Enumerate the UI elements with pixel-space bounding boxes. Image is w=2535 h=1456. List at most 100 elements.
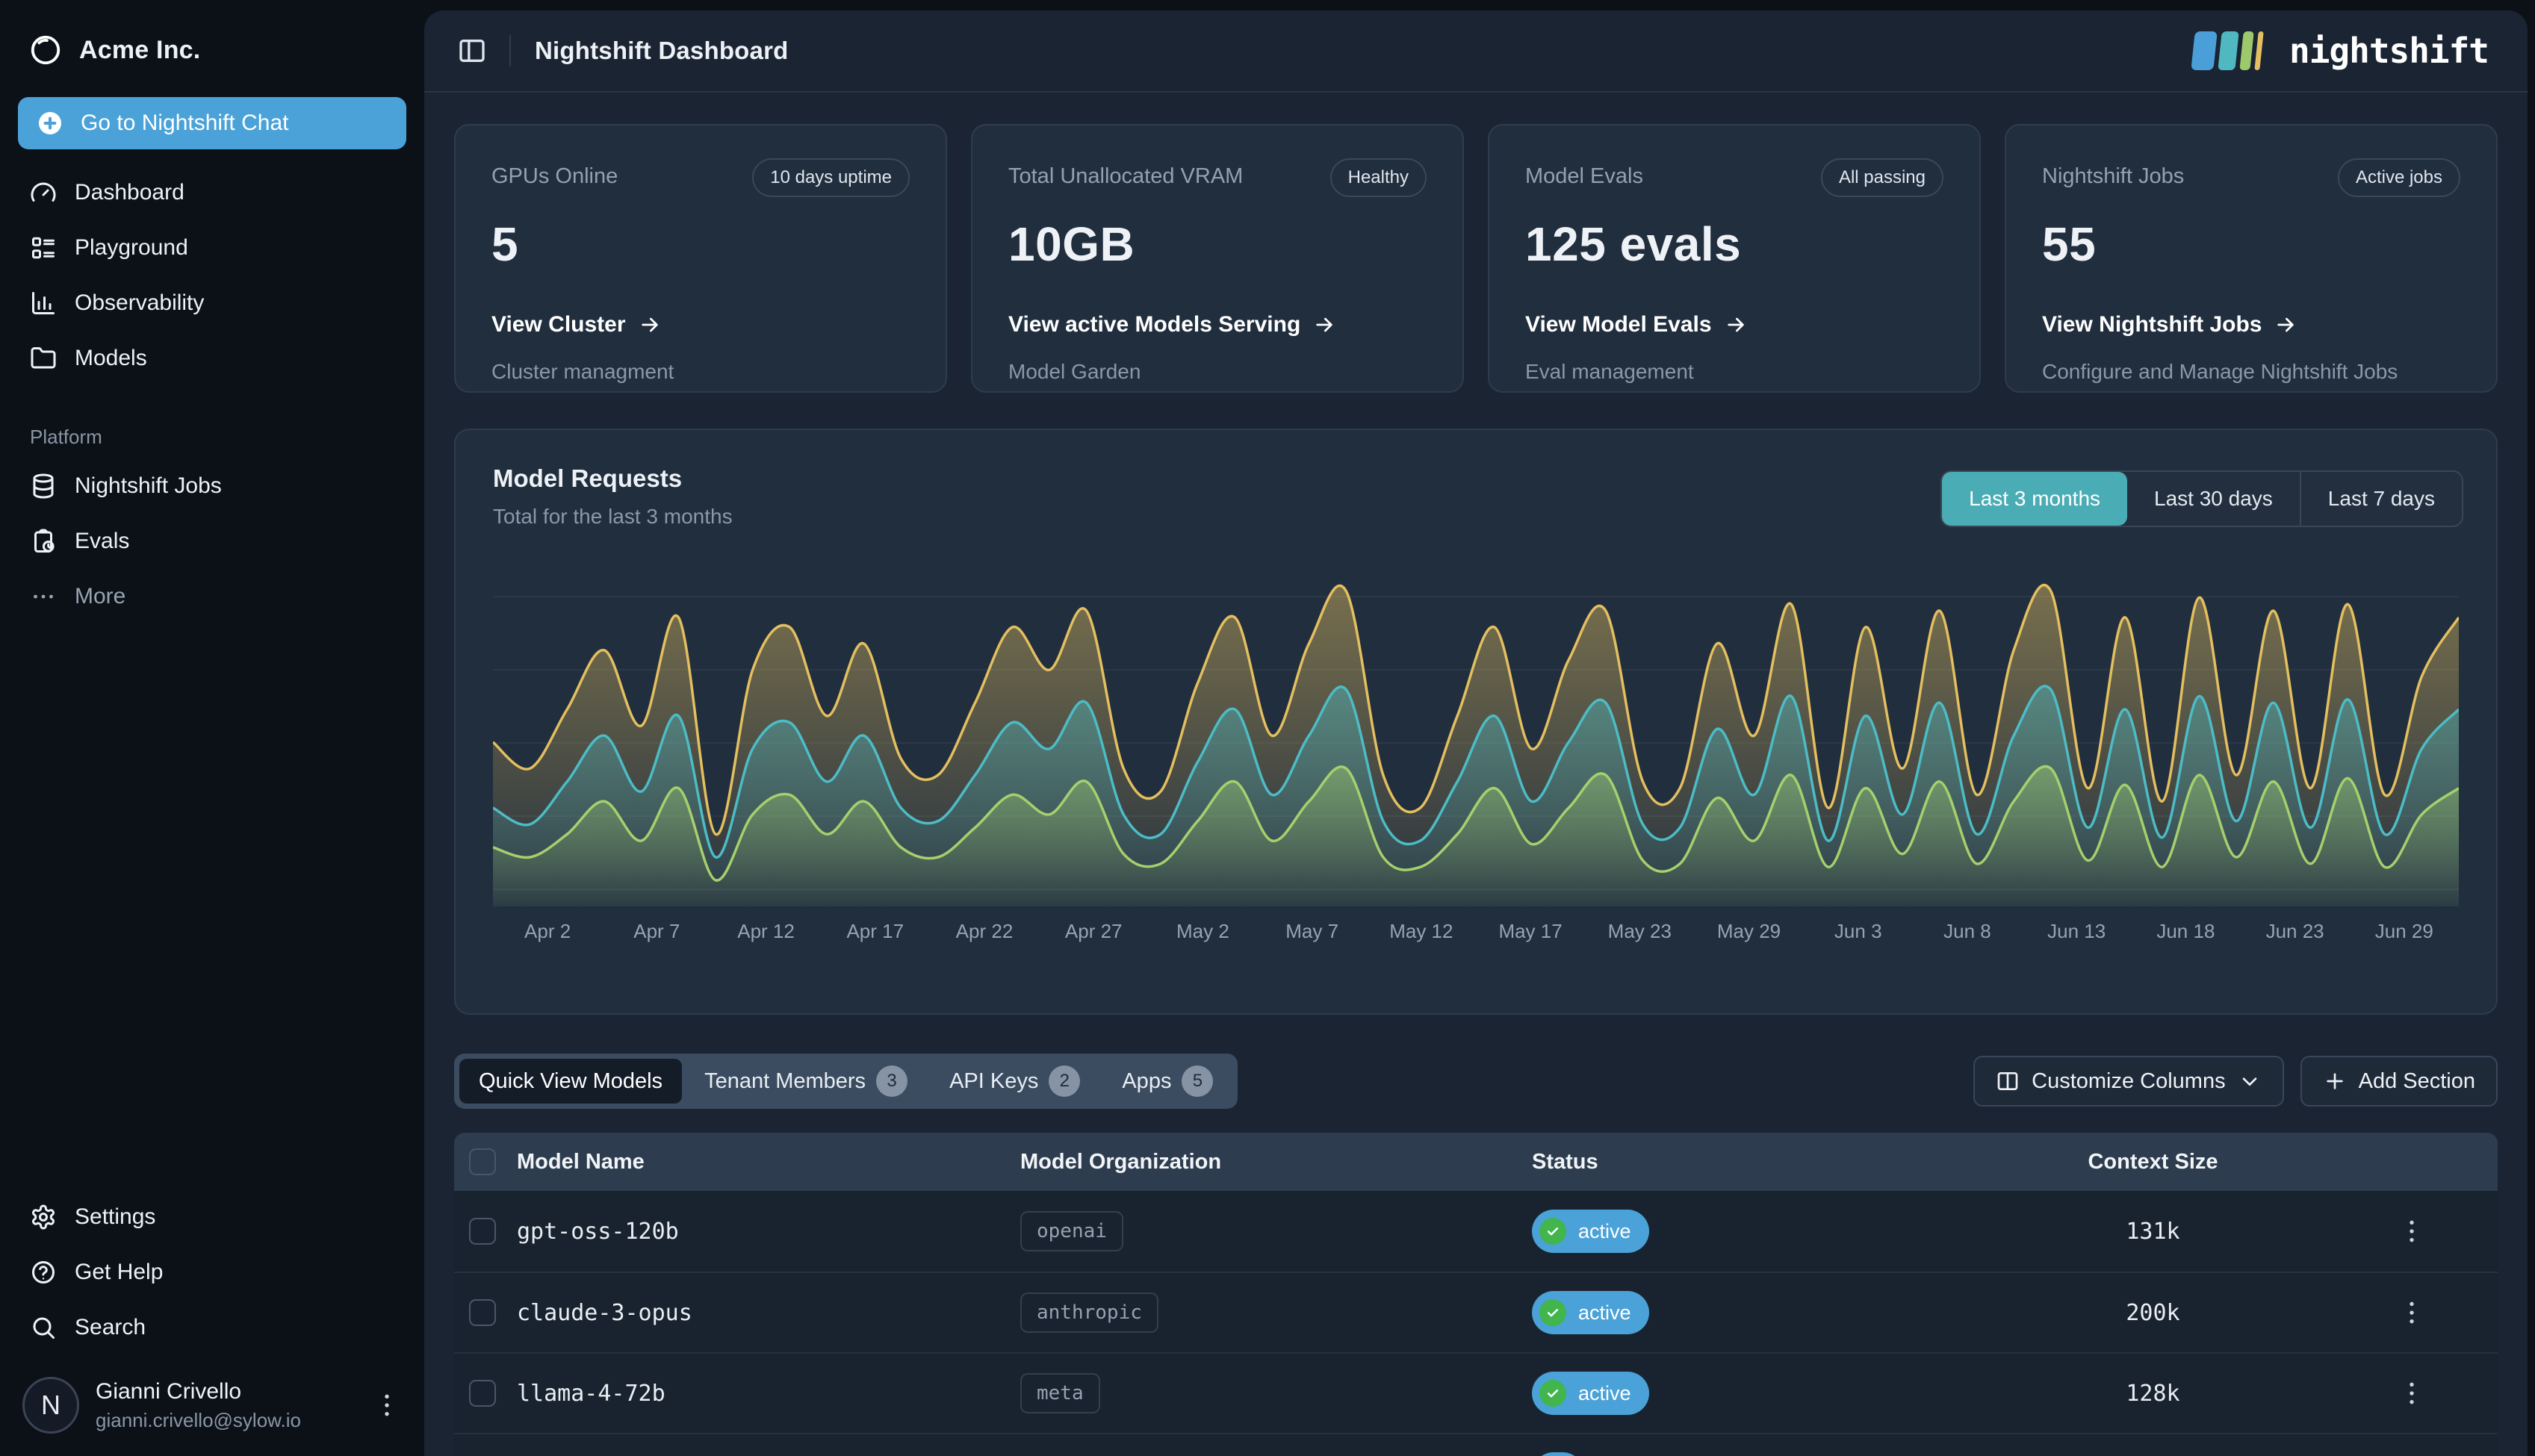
sidebar-spacer bbox=[18, 620, 406, 1193]
stat-card-model-evals: Model EvalsAll passing 125 evals View Mode… bbox=[1488, 124, 1981, 393]
go-to-nightshift-chat-button[interactable]: Go to Nightshift Chat bbox=[18, 97, 406, 149]
row-actions-kebab-icon[interactable] bbox=[2397, 1378, 2427, 1408]
row-checkbox[interactable] bbox=[469, 1299, 496, 1326]
models-table: Model Name Model Organization Status Con… bbox=[454, 1133, 2498, 1456]
cell-status: active bbox=[1532, 1291, 1965, 1334]
sidebar-item-get-help[interactable]: Get Help bbox=[18, 1248, 406, 1296]
sidebar-item-label: Nightshift Jobs bbox=[75, 473, 222, 499]
cell-status: active bbox=[1532, 1372, 1965, 1415]
range-tab-last-3-months[interactable]: Last 3 months bbox=[1942, 472, 2127, 526]
chevron-down-icon bbox=[2238, 1069, 2262, 1093]
stat-card-value: 5 bbox=[491, 217, 910, 272]
table-row-llama-4-72b[interactable]: llama-4-72bmetaactive128k bbox=[454, 1352, 2498, 1433]
stat-card-link-view-nightshift-jobs[interactable]: View Nightshift Jobs bbox=[2042, 312, 2460, 337]
stat-card-top: Total Unallocated VRAMHealthy bbox=[1008, 158, 1427, 197]
stat-card-link-label: View Model Evals bbox=[1525, 312, 1712, 337]
tab-tenant-members[interactable]: Tenant Members3 bbox=[685, 1059, 927, 1104]
range-tab-last-30-days[interactable]: Last 30 days bbox=[2127, 472, 2300, 526]
x-tick: May 29 bbox=[1694, 920, 1803, 943]
topbar-divider bbox=[509, 35, 511, 66]
tab-quick-view-models[interactable]: Quick View Models bbox=[459, 1059, 682, 1104]
range-tab-last-7-days[interactable]: Last 7 days bbox=[2300, 472, 2462, 526]
tab-label: Quick View Models bbox=[479, 1069, 663, 1094]
tab-apps[interactable]: Apps5 bbox=[1102, 1059, 1232, 1104]
table-row-gpt-oss-120b[interactable]: gpt-oss-120bopenaiactive131k bbox=[454, 1191, 2498, 1272]
stat-card-subtitle: Cluster managment bbox=[491, 360, 910, 384]
sidebar-item-more[interactable]: More bbox=[18, 573, 406, 620]
user-menu-ellipsis-icon[interactable] bbox=[372, 1390, 402, 1420]
sidebar-toggle-icon[interactable] bbox=[457, 36, 487, 66]
cell-model-name: gpt-oss-120b bbox=[517, 1219, 1020, 1245]
brand-logo: nightshift bbox=[2189, 30, 2489, 72]
time-range-segmented-control: Last 3 monthsLast 30 daysLast 7 days bbox=[1940, 470, 2463, 527]
add-section-button[interactable]: Add Section bbox=[2300, 1056, 2498, 1107]
circle-plus-icon bbox=[36, 109, 64, 137]
cell-model-organization: openai bbox=[1020, 1211, 1532, 1251]
model-requests-chart bbox=[493, 556, 2459, 906]
org-switcher[interactable]: Acme Inc. bbox=[18, 25, 406, 97]
sidebar-item-evals[interactable]: Evals bbox=[18, 517, 406, 565]
sidebar-item-dashboard[interactable]: Dashboard bbox=[18, 169, 406, 217]
tab-count-badge: 2 bbox=[1049, 1065, 1080, 1097]
tab-label: API Keys bbox=[949, 1069, 1038, 1094]
chart-column-icon bbox=[30, 290, 57, 317]
sidebar-item-label: Playground bbox=[75, 235, 188, 261]
user-row[interactable]: N Gianni Crivello gianni.crivello@sylow.… bbox=[18, 1377, 406, 1434]
cell-model-name: llama-4-72b bbox=[517, 1381, 1020, 1407]
chat-button-label: Go to Nightshift Chat bbox=[81, 111, 288, 136]
select-all-checkbox[interactable] bbox=[469, 1148, 496, 1175]
stat-card-gpus-online: GPUs Online10 days uptime5View ClusterCl… bbox=[454, 124, 947, 393]
database-icon bbox=[30, 473, 57, 500]
x-tick: Jun 13 bbox=[2022, 920, 2131, 943]
stat-card-link-label: View active Models Serving bbox=[1008, 312, 1300, 337]
customize-columns-button[interactable]: Customize Columns bbox=[1973, 1056, 2283, 1107]
stat-card-top: Model EvalsAll passing bbox=[1525, 158, 1943, 197]
stat-card-label: Model Evals bbox=[1525, 158, 1643, 189]
stat-card-value: 55 bbox=[2042, 217, 2460, 272]
main-panel: Nightshift Dashboard nightshift GPUs Onl bbox=[424, 10, 2528, 1456]
stat-card-link-view-cluster[interactable]: View Cluster bbox=[491, 312, 910, 337]
row-actions-kebab-icon[interactable] bbox=[2397, 1216, 2427, 1246]
row-checkbox[interactable] bbox=[469, 1218, 496, 1245]
tab-label: Tenant Members bbox=[704, 1069, 866, 1094]
organization-badge: meta bbox=[1020, 1373, 1100, 1413]
table-row-claude-3-opus[interactable]: claude-3-opusanthropicactive200k bbox=[454, 1272, 2498, 1352]
stat-card-subtitle: Configure and Manage Nightshift Jobs bbox=[2042, 360, 2460, 384]
stat-card-link-view-model-evals[interactable]: View Model Evals bbox=[1525, 312, 1943, 337]
stat-card-value: 10GB bbox=[1008, 217, 1427, 272]
sidebar: Acme Inc. Go to Nightshift Chat Dashboar… bbox=[0, 0, 424, 1456]
col-status: Status bbox=[1532, 1150, 1965, 1175]
row-checkbox[interactable] bbox=[469, 1380, 496, 1407]
table-tabs: Quick View ModelsTenant Members3API Keys… bbox=[454, 1054, 1238, 1109]
model-requests-card: Model Requests Total for the last 3 mont… bbox=[454, 429, 2498, 1015]
row-actions-kebab-icon[interactable] bbox=[2397, 1298, 2427, 1328]
sidebar-item-label: Dashboard bbox=[75, 180, 184, 205]
check-icon bbox=[1545, 1386, 1560, 1401]
layout-list-icon bbox=[30, 234, 57, 261]
cell-model-organization: meta bbox=[1020, 1373, 1532, 1413]
settings-icon bbox=[30, 1204, 57, 1231]
sidebar-item-settings[interactable]: Settings bbox=[18, 1193, 406, 1241]
stat-card-value: 125 evals bbox=[1525, 217, 1943, 272]
sidebar-item-models[interactable]: Models bbox=[18, 335, 406, 382]
cell-model-organization: anthropic bbox=[1020, 1292, 1532, 1333]
status-label: active bbox=[1578, 1301, 1631, 1325]
stat-card-link-label: View Nightshift Jobs bbox=[2042, 312, 2262, 337]
x-tick: Jun 29 bbox=[2350, 920, 2459, 943]
page-title: Nightshift Dashboard bbox=[535, 37, 789, 65]
sidebar-item-observability[interactable]: Observability bbox=[18, 279, 406, 327]
tab-api-keys[interactable]: API Keys 2 bbox=[930, 1059, 1099, 1104]
table-row-partial[interactable] bbox=[454, 1433, 2498, 1456]
status-check-icon bbox=[1539, 1380, 1566, 1407]
sidebar-item-playground[interactable]: Playground bbox=[18, 224, 406, 272]
sidebar-item-nightshift-jobs[interactable]: Nightshift Jobs bbox=[18, 462, 406, 510]
col-context-size: Context Size bbox=[1965, 1150, 2341, 1175]
stat-card-link-view-active-models-serving[interactable]: View active Models Serving bbox=[1008, 312, 1427, 337]
search-icon bbox=[30, 1314, 57, 1341]
x-tick: Apr 17 bbox=[821, 920, 930, 943]
status-badge: active bbox=[1532, 1372, 1649, 1415]
x-tick: May 23 bbox=[1585, 920, 1694, 943]
stat-cards: GPUs Online10 days uptime5View ClusterCl… bbox=[454, 124, 2498, 393]
sidebar-item-search[interactable]: Search bbox=[18, 1304, 406, 1351]
x-tick: Apr 7 bbox=[602, 920, 711, 943]
